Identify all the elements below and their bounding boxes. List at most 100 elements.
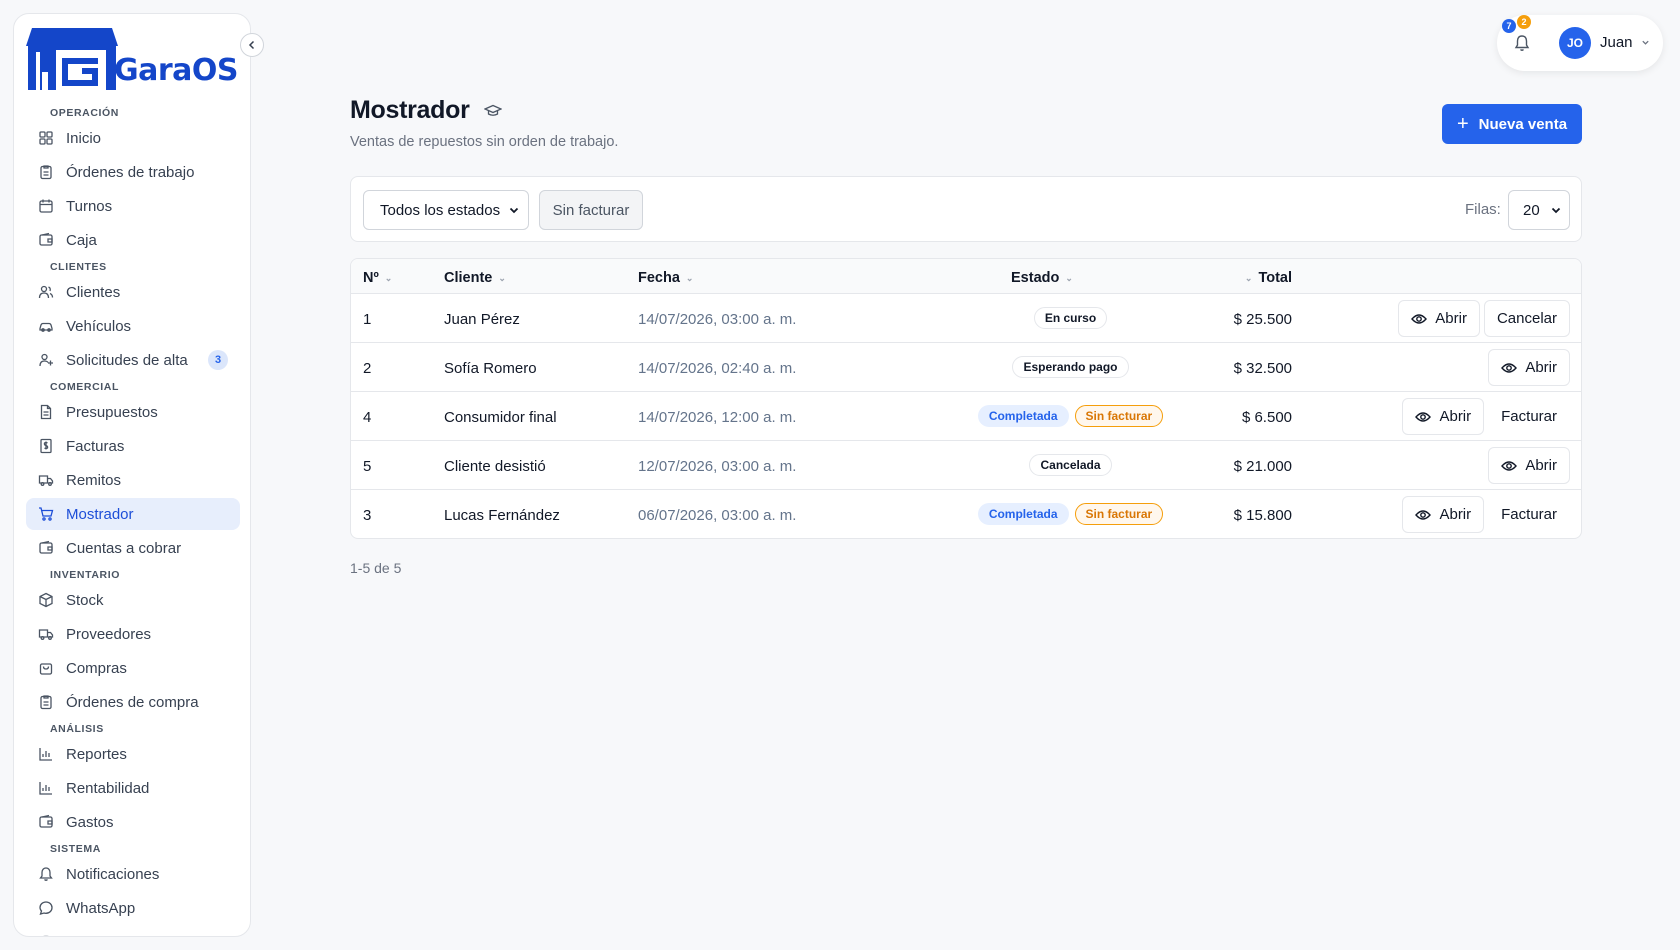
sidebar-item-caja[interactable]: Caja	[26, 224, 240, 256]
column-cliente[interactable]: Cliente ⌄	[444, 270, 506, 286]
user-header: 7 2 JO Juan	[1497, 15, 1663, 71]
graduation-cap-icon[interactable]	[483, 104, 503, 118]
sidebar-item-rentabilidad[interactable]: Rentabilidad	[26, 772, 240, 804]
cell-cliente: Sofía Romero	[444, 360, 537, 377]
sidebar-item-solicitudes-de-alta[interactable]: Solicitudes de alta 3	[26, 344, 240, 376]
rows-per-page-select[interactable]: 20	[1508, 190, 1570, 230]
new-sale-label: Nueva venta	[1478, 115, 1568, 133]
sidebar-item-remitos[interactable]: Remitos	[26, 464, 240, 496]
sidebar-item-label: Facturas	[66, 437, 125, 455]
abrir-button[interactable]: Abrir	[1488, 447, 1570, 484]
new-sale-button[interactable]: + Nueva venta	[1442, 104, 1582, 144]
column-fecha[interactable]: Fecha ⌄	[638, 270, 693, 286]
sidebar-item-facturas[interactable]: Facturas	[26, 430, 240, 462]
cell-fecha: 14/07/2026, 02:40 a. m.	[638, 360, 797, 377]
cell-fecha: 06/07/2026, 03:00 a. m.	[638, 507, 797, 524]
status-badge: Sin facturar	[1074, 503, 1164, 525]
abrir-button[interactable]: Abrir	[1402, 398, 1485, 435]
facturar-label: Facturar	[1501, 506, 1557, 523]
sales-table: Nº ⌄ Cliente ⌄ Fecha ⌄ Estado ⌄ ⌄ Total 1 Jua…	[350, 258, 1582, 539]
section-label-comercial: COMERCIAL	[50, 381, 119, 393]
bar-chart-icon	[39, 748, 52, 761]
sidebar-item-notificaciones[interactable]: Notificaciones	[26, 858, 240, 890]
collapse-sidebar-button[interactable]	[240, 33, 264, 57]
sidebar-item-proveedores[interactable]: Proveedores	[26, 618, 240, 650]
clipboard-icon	[40, 695, 52, 710]
sidebar-item-vehiculos[interactable]: Vehículos	[26, 310, 240, 342]
facturar-label: Facturar	[1501, 408, 1557, 425]
user-name: Juan	[1600, 34, 1633, 51]
section-label-sistema: SISTEMA	[50, 843, 101, 855]
filter-bar: Todos los estados Sin facturar Filas: 20	[350, 176, 1582, 242]
abrir-button[interactable]: Abrir	[1402, 496, 1485, 533]
unbilled-filter-button[interactable]: Sin facturar	[539, 190, 643, 230]
status-badge: Cancelada	[1029, 454, 1112, 476]
sidebar-item-cuentas-a-cobrar[interactable]: Cuentas a cobrar	[26, 532, 240, 564]
sidebar: GaraOS OPERACIÓN Inicio Órdenes de trabajo…	[13, 13, 251, 937]
column-estado[interactable]: Estado ⌄	[1011, 270, 1073, 286]
sidebar-item-label: Turnos	[66, 197, 113, 215]
sidebar-item-label: Notificaciones	[66, 865, 160, 883]
bell-icon	[39, 867, 53, 881]
chevron-down-icon	[1642, 40, 1649, 45]
sidebar-item-label: Caja	[66, 231, 97, 249]
table-row[interactable]: 5 Cliente desistió 12/07/2026, 03:00 a. …	[351, 441, 1581, 490]
sidebar-item-ordenes-de-trabajo[interactable]: Órdenes de trabajo	[26, 156, 240, 188]
wallet-icon	[39, 232, 53, 246]
sidebar-item-whatsapp[interactable]: WhatsApp	[26, 892, 240, 924]
sidebar-item-inicio[interactable]: Inicio	[26, 122, 240, 154]
cell-num: 5	[363, 458, 372, 475]
column-total[interactable]: ⌄ Total	[1245, 270, 1292, 286]
column-num-label: Nº	[363, 270, 379, 286]
cell-estado: En curso	[911, 307, 1230, 329]
status-badge: Completada	[977, 503, 1069, 525]
sidebar-item-turnos[interactable]: Turnos	[26, 190, 240, 222]
table-row[interactable]: 2 Sofía Romero 14/07/2026, 02:40 a. m. E…	[351, 343, 1581, 392]
sidebar-item-pagina-publica[interactable]: Página pública	[26, 926, 240, 936]
column-fecha-label: Fecha	[638, 270, 680, 286]
cancelar-button[interactable]: Cancelar	[1483, 300, 1570, 337]
sidebar-item-ordenes-de-compra[interactable]: Órdenes de compra	[26, 686, 240, 718]
sidebar-item-label: Clientes	[66, 283, 121, 301]
sidebar-item-reportes[interactable]: Reportes	[26, 738, 240, 770]
column-num[interactable]: Nº ⌄	[363, 270, 392, 286]
sidebar-item-stock[interactable]: Stock	[26, 584, 240, 616]
rows-label: Filas:	[1465, 201, 1501, 218]
user-menu[interactable]: Juan	[1600, 34, 1650, 51]
truck-icon	[38, 629, 54, 640]
facturar-button[interactable]: Facturar	[1488, 496, 1570, 533]
row-actions: Abrir Facturar	[1402, 398, 1570, 435]
facturar-button[interactable]: Facturar	[1488, 398, 1570, 435]
cell-cliente: Cliente desistió	[444, 458, 546, 475]
table-row[interactable]: 1 Juan Pérez 14/07/2026, 03:00 a. m. En …	[351, 294, 1581, 343]
table-row[interactable]: 4 Consumidor final 14/07/2026, 12:00 a. …	[351, 392, 1581, 441]
status-badge: Completada	[977, 405, 1069, 427]
abrir-button[interactable]: Abrir	[1488, 349, 1570, 386]
cell-estado: Cancelada	[911, 454, 1230, 476]
sidebar-item-gastos[interactable]: Gastos	[26, 806, 240, 838]
sidebar-item-compras[interactable]: Compras	[26, 652, 240, 684]
sidebar-item-label: Vehículos	[66, 317, 132, 335]
cell-total: $ 6.500	[1241, 409, 1292, 426]
sidebar-item-label: Órdenes de trabajo	[66, 163, 195, 181]
page-subtitle: Ventas de repuestos sin orden de trabajo…	[350, 134, 619, 150]
table-row[interactable]: 3 Lucas Fernández 06/07/2026, 03:00 a. m…	[351, 490, 1581, 538]
notifications-button[interactable]	[1514, 34, 1530, 57]
sidebar-item-mostrador[interactable]: Mostrador	[26, 498, 240, 530]
abrir-button[interactable]: Abrir	[1398, 300, 1480, 337]
abrir-label: Abrir	[1525, 457, 1557, 474]
sidebar-item-presupuestos[interactable]: Presupuestos	[26, 396, 240, 428]
avatar[interactable]: JO	[1559, 27, 1591, 59]
cell-estado: Esperando pago	[911, 356, 1230, 378]
status-badge: Sin facturar	[1074, 405, 1164, 427]
section-label-operación: OPERACIÓN	[50, 107, 119, 119]
sidebar-item-clientes[interactable]: Clientes	[26, 276, 240, 308]
sidebar-item-label: Mostrador	[66, 505, 134, 523]
status-select[interactable]: Todos los estados	[363, 190, 529, 230]
page-title-text: Mostrador	[350, 96, 470, 124]
notif-badge-blue: 7	[1502, 19, 1516, 33]
clipboard-icon	[40, 165, 52, 180]
truck-icon	[38, 475, 54, 486]
chevron-down-icon	[509, 207, 519, 214]
status-badge: En curso	[1033, 307, 1108, 329]
